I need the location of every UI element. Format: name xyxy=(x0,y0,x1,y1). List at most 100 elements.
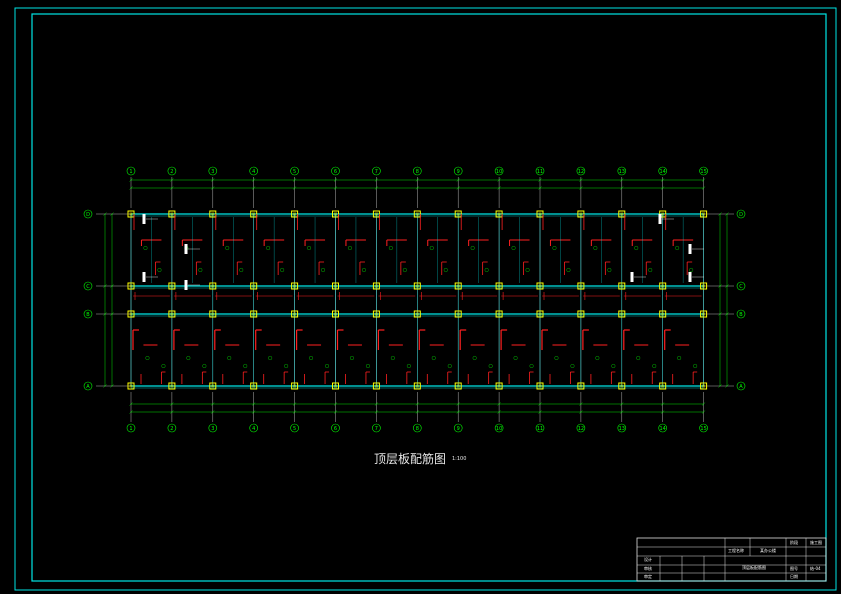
structural-column-core xyxy=(252,312,256,316)
tb-sheet-label: 图号 xyxy=(790,566,798,571)
grid-label-col: 3 xyxy=(211,169,214,175)
structural-column-core xyxy=(702,284,706,288)
stair-annotation xyxy=(630,272,634,282)
grid-label-col: 8 xyxy=(416,169,419,175)
slab-mark xyxy=(677,356,682,361)
tb-sheet-value: 结-04 xyxy=(810,566,821,571)
slab-mark xyxy=(390,356,395,361)
structural-column-core xyxy=(497,312,501,316)
structural-column-core xyxy=(661,212,665,216)
structural-column-core xyxy=(170,284,174,288)
grid-label-col: 10 xyxy=(496,169,502,175)
structural-column-core xyxy=(620,212,624,216)
slab-mark xyxy=(198,268,203,273)
structural-column-core xyxy=(456,312,460,316)
slab-mark xyxy=(652,364,657,369)
structural-column-core xyxy=(129,312,133,316)
structural-column-core xyxy=(334,384,337,388)
slab-mark xyxy=(607,268,612,273)
grid-label-col: 2 xyxy=(170,426,173,432)
structural-column-core xyxy=(211,384,215,388)
grid-label-col: 4 xyxy=(252,169,255,175)
grid-label-col: 1 xyxy=(129,426,132,432)
slab-mark xyxy=(554,356,559,361)
slab-mark xyxy=(268,356,273,361)
tb-stage-label: 阶段 xyxy=(790,540,798,545)
structural-column-core xyxy=(252,212,256,216)
structural-column-core xyxy=(620,384,624,388)
grid-label-row: A xyxy=(739,384,743,390)
slab-mark xyxy=(361,268,366,273)
slab-mark xyxy=(402,268,407,273)
structural-column-core xyxy=(293,312,297,316)
structural-column-core xyxy=(538,212,542,216)
grid-label-col: 3 xyxy=(211,426,214,432)
structural-column-core xyxy=(374,312,378,316)
slab-mark xyxy=(347,245,352,250)
slab-mark xyxy=(529,364,534,369)
slab-mark xyxy=(447,364,452,369)
slab-mark xyxy=(648,268,653,273)
slab-mark xyxy=(488,364,493,369)
slab-mark xyxy=(321,268,326,273)
structural-column-core xyxy=(415,312,419,316)
structural-column-core xyxy=(293,384,297,388)
slab-mark xyxy=(406,364,411,369)
structural-column-core xyxy=(293,284,297,288)
slab-mark xyxy=(239,268,244,273)
slab-mark xyxy=(227,356,232,361)
slab-mark xyxy=(552,245,557,250)
tb-project-value: 某办公楼 xyxy=(760,548,776,553)
structural-column-core xyxy=(579,284,583,288)
stair-annotation xyxy=(688,272,692,282)
slab-mark xyxy=(513,356,518,361)
grid-label-row: C xyxy=(86,284,90,290)
grid-label-col: 1 xyxy=(129,169,132,175)
slab-mark xyxy=(143,245,148,250)
grid-label-col: 13 xyxy=(619,426,625,432)
tb-drawing-name: 顶层板配筋图 xyxy=(742,565,766,570)
grid-label-row: A xyxy=(86,384,90,390)
structural-column-core xyxy=(170,212,174,216)
grid-label-row: B xyxy=(739,312,743,318)
drawing-scale: 1:100 xyxy=(452,456,467,462)
stair-annotation xyxy=(688,244,692,254)
structural-column-core xyxy=(538,384,542,388)
slab-mark xyxy=(595,356,600,361)
structural-column-core xyxy=(129,284,133,288)
slab-mark xyxy=(325,364,330,369)
grid-label-col: 7 xyxy=(375,169,378,175)
grid-label-col: 9 xyxy=(457,169,460,175)
grid-label-col: 9 xyxy=(457,426,460,432)
grid-label-col: 15 xyxy=(700,426,706,432)
sheet-outer-frame xyxy=(14,7,837,591)
slab-mark xyxy=(186,356,191,361)
structural-column-core xyxy=(374,284,378,288)
structural-column-core xyxy=(252,284,256,288)
structural-column-core xyxy=(497,284,501,288)
slab-mark xyxy=(593,245,598,250)
slab-mark xyxy=(161,364,166,369)
structural-column-core xyxy=(211,284,215,288)
structural-column-core xyxy=(661,312,665,316)
structural-column-core xyxy=(456,284,460,288)
slab-mark xyxy=(280,268,285,273)
slab-mark xyxy=(349,356,354,361)
grid-label-col: 12 xyxy=(578,169,584,175)
structural-column-core xyxy=(702,212,706,216)
slab-mark xyxy=(570,364,575,369)
structural-column-core xyxy=(170,312,174,316)
grid-label-col: 2 xyxy=(170,169,173,175)
structural-column-core xyxy=(620,284,624,288)
floor-plan: 1122334455667788991010111112121313141415… xyxy=(83,166,746,433)
slab-mark xyxy=(636,356,641,361)
grid-label-col: 14 xyxy=(660,169,666,175)
grid-label-col: 15 xyxy=(700,169,706,175)
tb-stage-value: 施工图 xyxy=(810,540,822,545)
grid-label-col: 11 xyxy=(537,426,543,432)
structural-column-core xyxy=(293,212,297,216)
structural-column-core xyxy=(538,284,542,288)
structural-column-core xyxy=(661,284,665,288)
structural-column-core xyxy=(702,384,706,388)
grid-label-col: 11 xyxy=(537,169,543,175)
